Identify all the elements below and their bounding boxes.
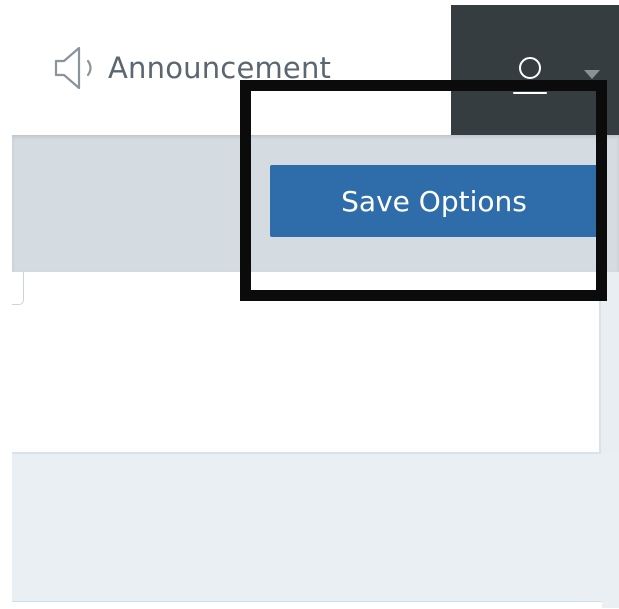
options-panel — [12, 272, 601, 454]
user-avatar-icon — [507, 53, 553, 103]
top-header: Announcement — [0, 0, 619, 137]
lower-section — [12, 454, 619, 608]
megaphone-icon — [52, 44, 96, 92]
caret-down-icon — [584, 65, 600, 84]
save-options-button[interactable]: Save Options — [270, 165, 598, 237]
user-menu[interactable] — [451, 5, 619, 137]
input-field-edge[interactable] — [12, 272, 24, 305]
announcement-label: Announcement — [108, 51, 332, 85]
announcement-link[interactable]: Announcement — [52, 44, 331, 92]
